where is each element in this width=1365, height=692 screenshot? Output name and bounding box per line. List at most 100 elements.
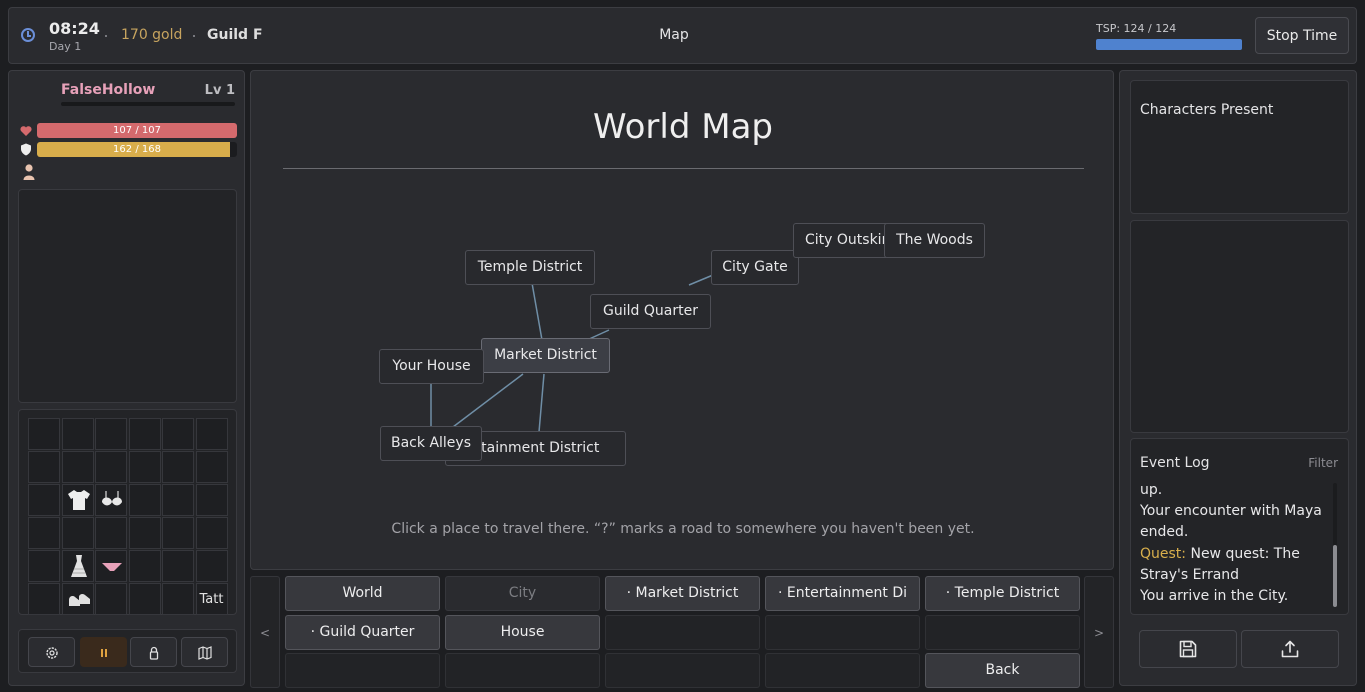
- stamina-text: 162 / 168: [113, 144, 161, 155]
- lock-button[interactable]: [130, 637, 177, 667]
- tab-empty-slot: [925, 615, 1080, 650]
- player-name: FalseHollow: [61, 82, 156, 98]
- xp-bar: [61, 102, 235, 106]
- inventory-slot[interactable]: [128, 583, 161, 615]
- tabs-prev-button[interactable]: <: [250, 576, 280, 688]
- inventory-slot[interactable]: [195, 550, 228, 582]
- map-node-guild-quarter[interactable]: Guild Quarter: [590, 294, 711, 329]
- info-panel: [1130, 220, 1349, 433]
- tab-world[interactable]: World: [285, 576, 440, 611]
- map-node-temple[interactable]: Temple District: [465, 250, 595, 285]
- back-button[interactable]: Back: [925, 653, 1080, 688]
- map-node-city-outskirts[interactable]: City Outskirts: [793, 223, 889, 258]
- time-display: 08:24: [49, 19, 100, 38]
- inventory-slot[interactable]: [95, 517, 127, 549]
- bra-icon: [102, 491, 122, 506]
- log-entry: Quest: New quest: The Stray's Errand: [1140, 544, 1330, 586]
- heart-icon: [20, 126, 32, 136]
- gear-icon: [46, 647, 58, 659]
- inventory-slot[interactable]: [95, 484, 127, 516]
- map-node-city-gate[interactable]: City Gate: [711, 250, 799, 285]
- inventory-slot[interactable]: [195, 451, 228, 483]
- settings-button[interactable]: [28, 637, 75, 667]
- quest-tag: Quest:: [1140, 545, 1187, 562]
- inventory-slot[interactable]: [128, 484, 161, 516]
- inventory-slot[interactable]: [128, 418, 161, 450]
- inventory-slot[interactable]: [95, 451, 127, 483]
- inventory-slot[interactable]: [28, 451, 60, 483]
- inventory-slot[interactable]: [95, 583, 127, 615]
- event-log-scrollbar[interactable]: [1333, 483, 1337, 607]
- map-node-woods[interactable]: The Woods: [884, 223, 985, 258]
- event-log-filter[interactable]: Filter: [1308, 456, 1338, 470]
- inventory-panel: Tatt: [18, 409, 237, 615]
- stop-time-button[interactable]: Stop Time: [1255, 17, 1349, 54]
- pause-button[interactable]: [80, 637, 127, 667]
- tab-house[interactable]: House: [445, 615, 600, 650]
- event-log-panel: Event Log Filter up. Your encounter with…: [1130, 438, 1349, 615]
- inventory-slot[interactable]: [61, 517, 94, 549]
- export-button[interactable]: [1241, 630, 1339, 668]
- tab-empty-slot: [605, 615, 760, 650]
- map-node-back-alleys[interactable]: Back Alleys: [380, 426, 482, 461]
- floppy-disk-icon: [1179, 640, 1197, 658]
- tattoo-slot[interactable]: Tatt: [195, 583, 228, 615]
- inventory-slot[interactable]: [61, 418, 94, 450]
- tab-temple-district[interactable]: · Temple District: [925, 576, 1080, 611]
- left-toolbar: [18, 629, 237, 673]
- tattoo-label: Tatt: [199, 592, 224, 607]
- save-button[interactable]: [1139, 630, 1237, 668]
- map-button[interactable]: [181, 637, 228, 667]
- inventory-slot[interactable]: [28, 583, 60, 615]
- inventory-slot[interactable]: [95, 550, 127, 582]
- tab-empty-slot: [285, 653, 440, 688]
- inventory-slot[interactable]: [128, 517, 161, 549]
- character-panel: FalseHollow Lv 1 107 / 107 162 / 168 Tat…: [8, 70, 245, 686]
- road-market-entertainment: [538, 373, 545, 433]
- inventory-slot[interactable]: [128, 550, 161, 582]
- lock-icon: [149, 646, 159, 660]
- dress-icon: [70, 555, 87, 577]
- inventory-slot[interactable]: [95, 418, 127, 450]
- road-temple-market: [531, 282, 543, 341]
- inventory-slot[interactable]: [28, 418, 60, 450]
- inventory-slot[interactable]: [61, 583, 94, 615]
- inventory-slot[interactable]: [162, 517, 194, 549]
- top-bar: 08:24 Day 1 170 gold Guild F Map TSP: 12…: [8, 7, 1357, 64]
- inventory-slot[interactable]: [162, 583, 194, 615]
- player-level: Lv 1: [204, 83, 235, 98]
- tab-market-district[interactable]: · Market District: [605, 576, 760, 611]
- tab-entertainment-district[interactable]: · Entertainment Di: [765, 576, 920, 611]
- inventory-slot[interactable]: [162, 451, 194, 483]
- tab-empty-slot: [445, 653, 600, 688]
- inventory-slot[interactable]: [28, 517, 60, 549]
- tabs-next-button[interactable]: >: [1084, 576, 1114, 688]
- inventory-slot[interactable]: [28, 484, 60, 516]
- inventory-slot[interactable]: [162, 484, 194, 516]
- inventory-slot[interactable]: [61, 484, 94, 516]
- inventory-slot[interactable]: [195, 418, 228, 450]
- health-text: 107 / 107: [113, 125, 161, 136]
- map-icon: [198, 646, 212, 660]
- health-bar: 107 / 107: [37, 123, 237, 138]
- map-node-your-house[interactable]: Your House: [379, 349, 484, 384]
- inventory-slot[interactable]: [128, 451, 161, 483]
- tab-city: City: [445, 576, 600, 611]
- inventory-slot[interactable]: [61, 451, 94, 483]
- inventory-slot[interactable]: [162, 550, 194, 582]
- map-node-market-current[interactable]: Market District: [481, 338, 610, 373]
- divider: [105, 35, 107, 37]
- tab-guild-quarter[interactable]: · Guild Quarter: [285, 615, 440, 650]
- inventory-slot[interactable]: [195, 484, 228, 516]
- inventory-slot[interactable]: [61, 550, 94, 582]
- map-panel: World Map Entertainment District Temple …: [250, 70, 1114, 570]
- log-entry: Your encounter with Maya ended.: [1140, 503, 1322, 541]
- inventory-slot[interactable]: [28, 550, 60, 582]
- person-icon[interactable]: [22, 163, 36, 181]
- map-hint: Click a place to travel there. “?” marks…: [391, 521, 975, 537]
- inventory-slot[interactable]: [162, 418, 194, 450]
- inventory-slot[interactable]: [195, 517, 228, 549]
- scrollbar-thumb[interactable]: [1333, 545, 1337, 607]
- right-panel: Characters Present Event Log Filter up. …: [1119, 70, 1357, 686]
- screen-title: Map: [659, 27, 689, 43]
